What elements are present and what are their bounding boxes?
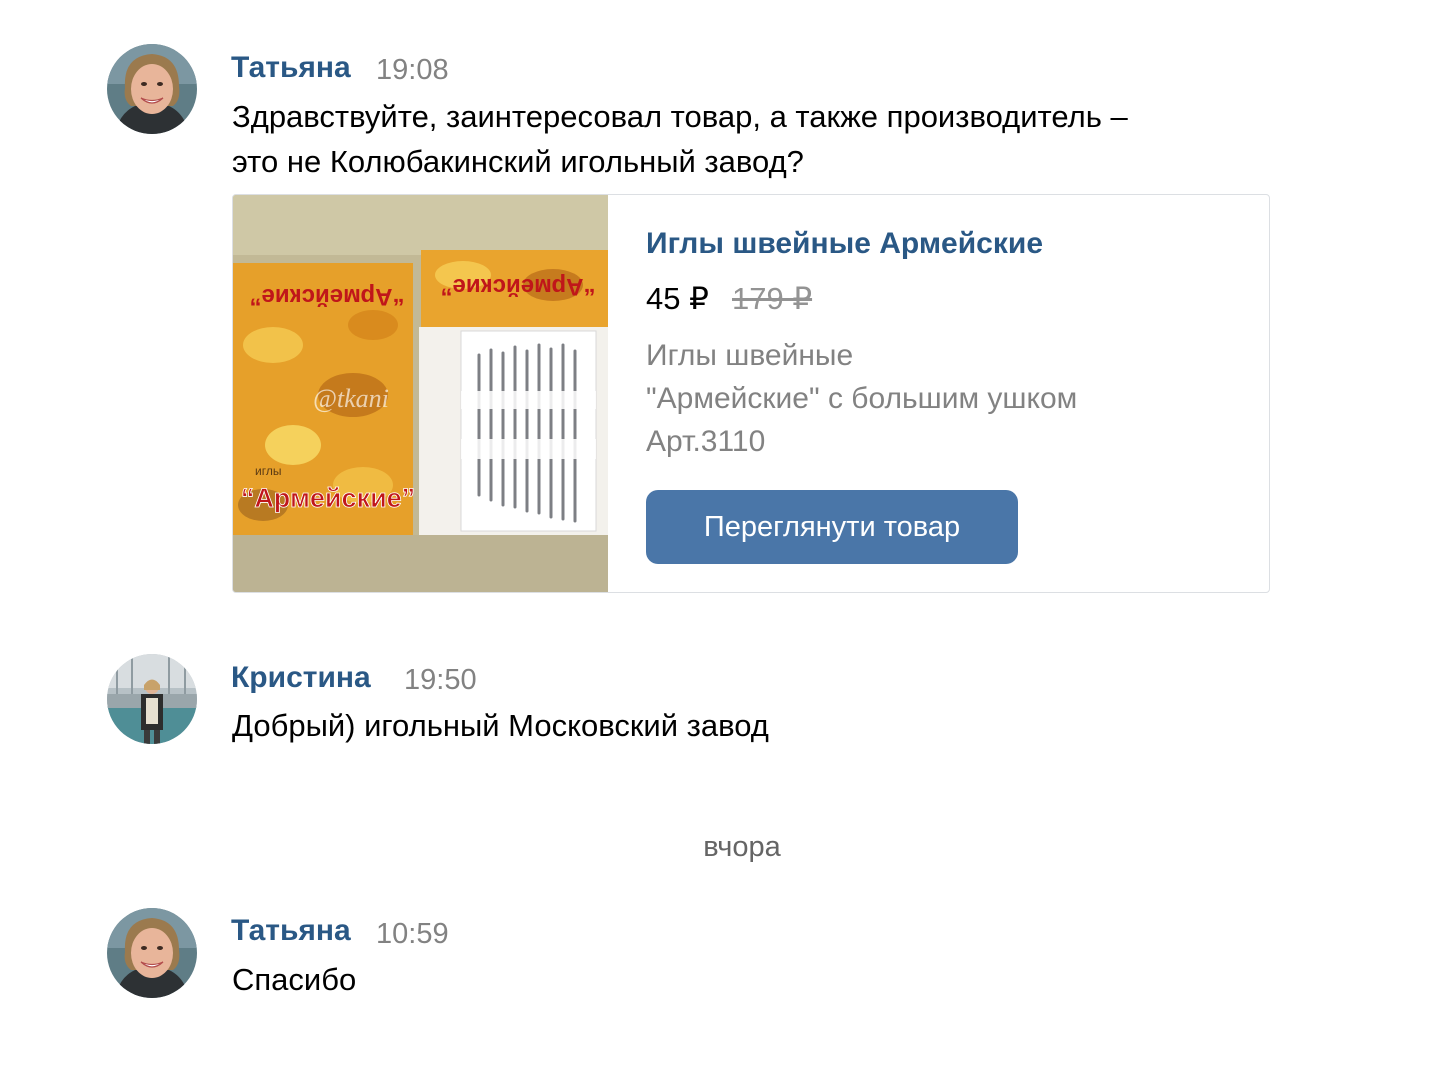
message-text: Добрый) игольный Московский завод (232, 703, 769, 748)
product-price: 45 ₽ (646, 281, 709, 316)
message-text: Спасибо (232, 957, 356, 1002)
author-name[interactable]: Татьяна (231, 914, 351, 948)
product-description-line: Арт.3110 (646, 425, 766, 458)
view-product-button[interactable]: Переглянути товар (646, 490, 1018, 564)
message-text-line: Добрый) игольный Московский завод (232, 708, 769, 743)
product-card[interactable]: “Армейские” иглы “Армейские” @tkani “Арм… (232, 194, 1270, 593)
message-text-line: это не Колюбакинский игольный завод? (232, 144, 804, 179)
user-avatar-photo (107, 908, 197, 998)
user-avatar-photo (107, 44, 197, 134)
avatar-kristina[interactable] (107, 654, 197, 744)
image-brand-small: иглы (255, 464, 281, 478)
message-time[interactable]: 19:08 (376, 54, 449, 87)
image-brand-top-right: “Армейские” (441, 273, 596, 300)
product-info: Иглы швейные Армейские 45 ₽ 179 ₽ Иглы ш… (646, 195, 1269, 592)
message-time[interactable]: 19:50 (404, 664, 477, 697)
message-time[interactable]: 10:59 (376, 918, 449, 951)
author-name[interactable]: Кристина (231, 661, 371, 695)
user-avatar-photo (107, 654, 197, 744)
product-title[interactable]: Иглы швейные Армейские (646, 227, 1043, 261)
author-name[interactable]: Татьяна (231, 51, 351, 85)
image-brand-bottom: “Армейские” (241, 483, 415, 513)
avatar-tatiana[interactable] (107, 908, 197, 998)
image-brand-top-left: “Армейские” (250, 283, 405, 310)
avatar-tatiana[interactable] (107, 44, 197, 134)
image-watermark: @tkani (313, 384, 389, 413)
message-text-line: Здравствуйте, заинтересовал товар, а так… (232, 99, 1128, 134)
product-description-line: "Армейские" с большим ушком (646, 382, 1078, 415)
product-description: Иглы швейные "Армейские" с большим ушком… (646, 334, 1077, 463)
message-text: Здравствуйте, заинтересовал товар, а так… (232, 94, 1128, 184)
product-image[interactable]: “Армейские” иглы “Армейские” @tkani “Арм… (233, 195, 608, 592)
message-text-line: Спасибо (232, 962, 357, 997)
product-old-price: 179 ₽ (732, 281, 813, 316)
day-separator: вчора (703, 831, 781, 863)
product-description-line: Иглы швейные (646, 339, 854, 372)
